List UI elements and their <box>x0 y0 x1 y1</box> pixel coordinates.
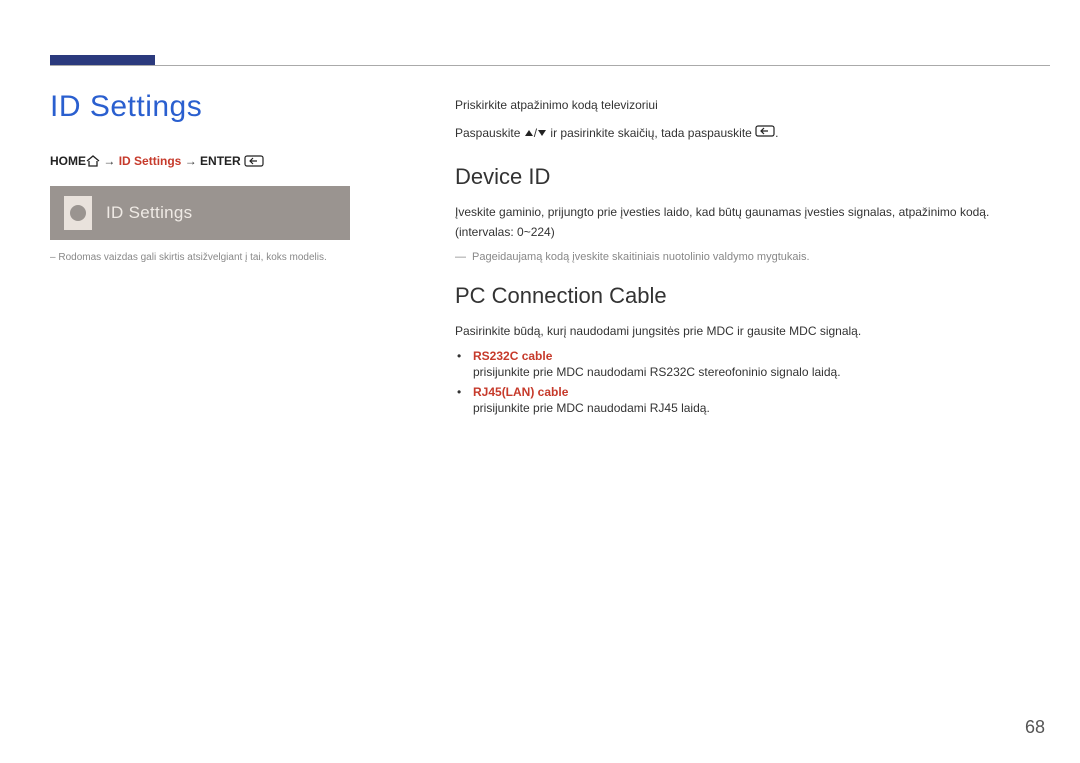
ui-screenshot: ID Settings <box>50 186 350 240</box>
breadcrumb-id-settings: ID Settings <box>119 154 182 168</box>
cable-name: RJ45(LAN) cable <box>473 385 1040 399</box>
model-variance-note-text: Rodomas vaizdas gali skirtis atsižvelgia… <box>58 252 326 263</box>
screenshot-label: ID Settings <box>106 203 192 223</box>
breadcrumb-home: HOME <box>50 154 86 168</box>
cable-desc: prisijunkite prie MDC naudodami RS232C s… <box>473 365 1040 379</box>
intro-line-2-prefix: Paspauskite <box>455 126 524 140</box>
breadcrumb-arrow-1: → <box>103 154 118 168</box>
pc-connection-intro: Pasirinkite būdą, kurį naudodami jungsit… <box>455 321 1040 341</box>
device-id-note: ―Pageidaujamą kodą įveskite skaitiniais … <box>455 251 1040 263</box>
cable-name: RS232C cable <box>473 349 1040 363</box>
enter-icon-inline <box>755 126 775 140</box>
breadcrumb-arrow-2: → <box>185 154 200 168</box>
intro-line-2: Paspauskite / ir pasirinkite skaičių, ta… <box>455 123 1040 143</box>
intro-line-2-suffix: . <box>775 126 778 140</box>
enter-icon <box>244 154 264 168</box>
page-number: 68 <box>1025 717 1045 738</box>
list-item: RJ45(LAN) cable prisijunkite prie MDC na… <box>473 385 1040 415</box>
top-rule <box>50 65 1050 66</box>
intro-line-1: Priskirkite atpažinimo kodą televizoriui <box>455 95 1040 115</box>
page: ID Settings HOME → ID Settings → ENTER I… <box>0 0 1080 763</box>
down-arrow-icon <box>537 123 547 143</box>
device-id-note-text: Pageidaujamą kodą įveskite skaitiniais n… <box>472 251 810 263</box>
up-arrow-icon <box>524 123 534 143</box>
model-variance-note: – Rodomas vaizdas gali skirtis atsižvelg… <box>50 252 420 263</box>
pc-connection-heading: PC Connection Cable <box>455 283 1040 309</box>
cable-desc: prisijunkite prie MDC naudodami RJ45 lai… <box>473 401 1040 415</box>
right-column: Priskirkite atpažinimo kodą televizoriui… <box>455 95 1040 421</box>
page-title: ID Settings <box>50 90 420 124</box>
cable-list: RS232C cable prisijunkite prie MDC naudo… <box>455 349 1040 415</box>
chapter-tab-marker <box>50 55 155 65</box>
breadcrumb-enter: ENTER <box>200 154 241 168</box>
home-icon <box>86 154 100 168</box>
left-column: ID Settings HOME → ID Settings → ENTER I… <box>50 90 420 263</box>
device-id-heading: Device ID <box>455 164 1040 190</box>
intro-line-2-mid: ir pasirinkite skaičių, tada paspauskite <box>547 126 755 140</box>
id-badge-icon <box>64 196 92 230</box>
breadcrumb: HOME → ID Settings → ENTER <box>50 154 420 168</box>
list-item: RS232C cable prisijunkite prie MDC naudo… <box>473 349 1040 379</box>
device-id-text: Įveskite gaminio, prijungto prie įvestie… <box>455 202 1040 243</box>
